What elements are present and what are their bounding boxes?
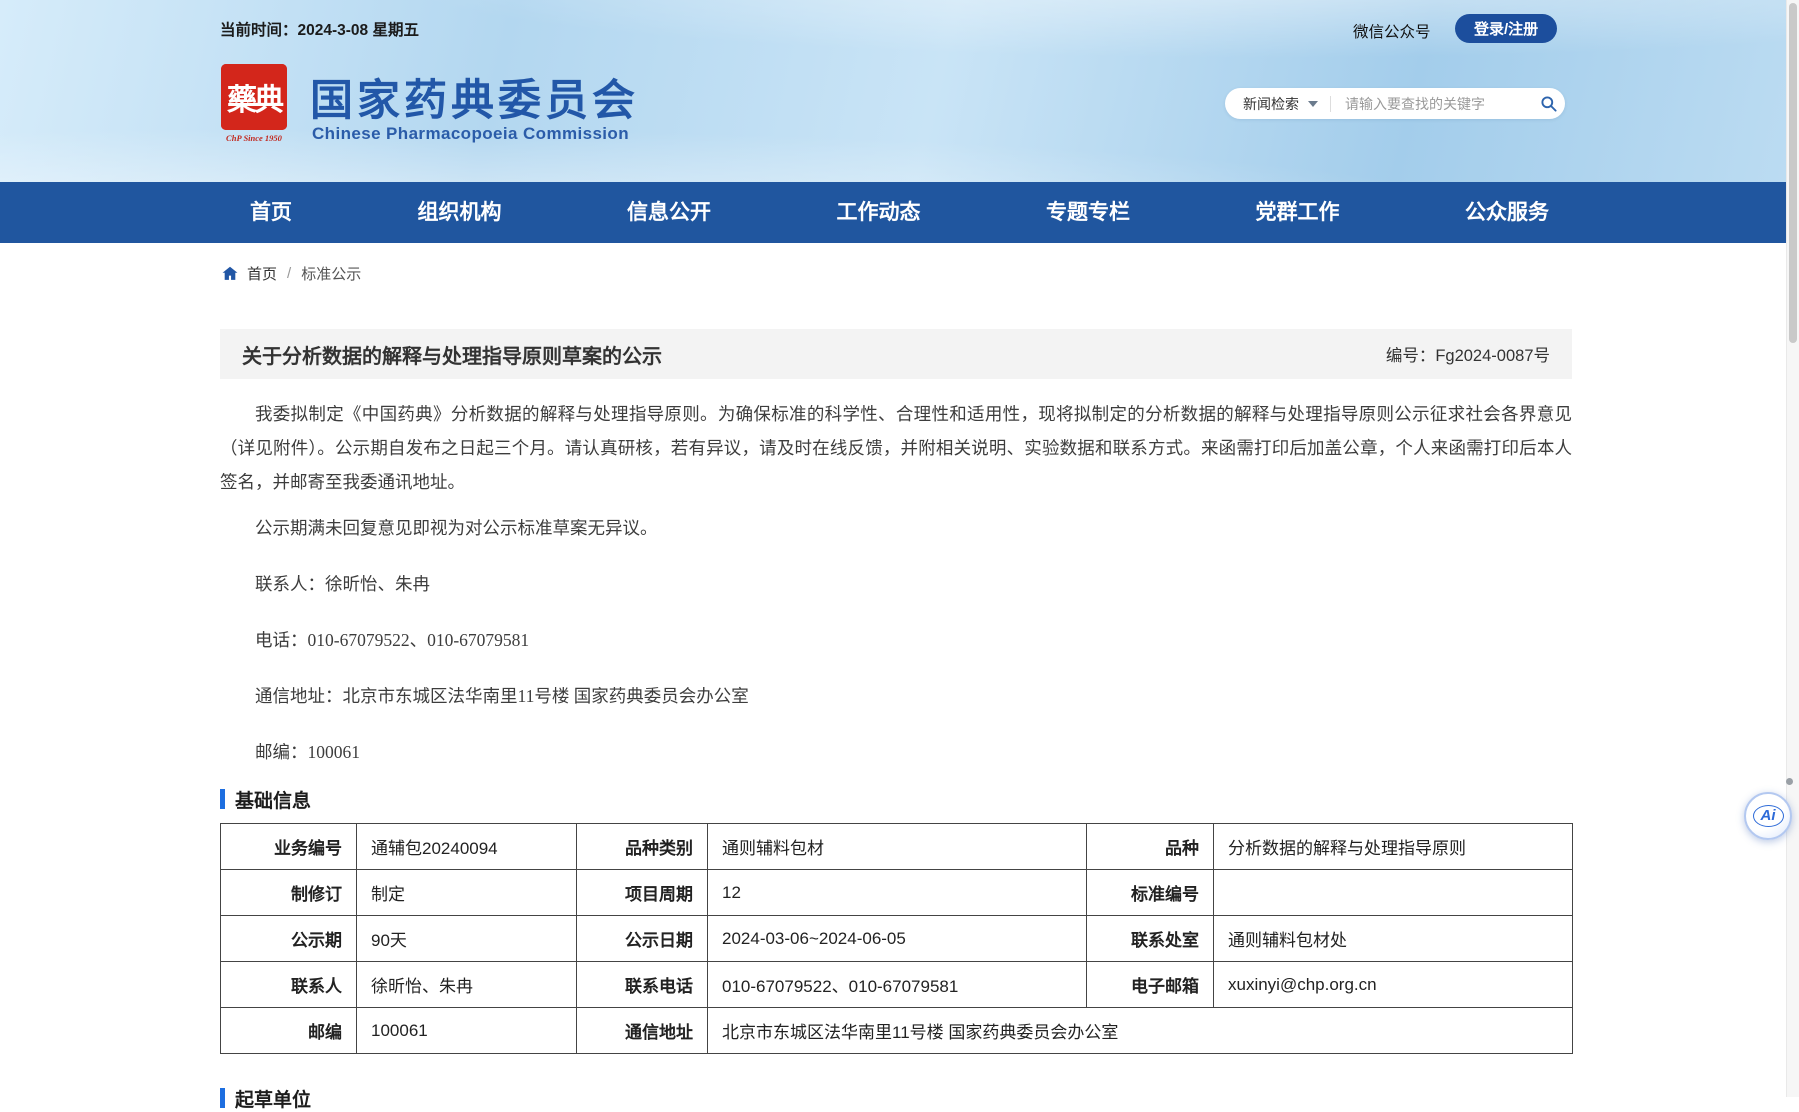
breadcrumb: 首页 / 标准公示	[221, 263, 361, 284]
current-time-label: 当前时间：2024-3-08 星期五	[220, 18, 419, 40]
drafting-unit-title: 起草单位	[235, 1085, 311, 1112]
paragraph-address: 通信地址：北京市东城区法华南里11号楼 国家药典委员会办公室	[220, 679, 1572, 713]
table-label-cell: 品种类别	[577, 824, 708, 870]
table-label-cell: 标准编号	[1087, 870, 1214, 916]
basic-info-title: 基础信息	[235, 786, 311, 813]
table-row: 业务编号 通辅包20240094 品种类别 通则辅料包材 品种 分析数据的解释与…	[221, 824, 1573, 870]
table-label-cell: 项目周期	[577, 870, 708, 916]
paragraph-contact: 联系人：徐昕怡、朱冉	[220, 567, 1572, 601]
table-value-cell: 徐昕怡、朱冉	[357, 962, 577, 1008]
section-accent-bar	[220, 789, 225, 809]
table-row: 公示期 90天 公示日期 2024-03-06~2024-06-05 联系处室 …	[221, 916, 1573, 962]
table-value-cell: xuxinyi@chp.org.cn	[1214, 962, 1573, 1008]
table-label-cell: 电子邮箱	[1087, 962, 1214, 1008]
ai-icon: Ai	[1753, 805, 1784, 827]
table-value-cell: 2024-03-06~2024-06-05	[708, 916, 1087, 962]
paragraph-intro: 我委拟制定《中国药典》分析数据的解释与处理指导原则。为确保标准的科学性、合理性和…	[220, 397, 1572, 499]
nav-item-public[interactable]: 公众服务	[1465, 182, 1549, 243]
ai-widget-dot	[1786, 778, 1793, 785]
nav-item-special[interactable]: 专题专栏	[1046, 182, 1130, 243]
search-category-dropdown[interactable]: 新闻检索	[1243, 94, 1299, 114]
table-value-cell: 010-67079522、010-67079581	[708, 962, 1087, 1008]
seal-caption: ChP Since 1950	[218, 133, 290, 143]
table-label-cell: 业务编号	[221, 824, 357, 870]
table-value-cell: 北京市东城区法华南里11号楼 国家药典委员会办公室	[708, 1008, 1573, 1054]
search-bar[interactable]: 新闻检索	[1225, 88, 1565, 119]
basic-info-section-header: 基础信息	[220, 787, 1572, 811]
table-label-cell: 联系人	[221, 962, 357, 1008]
seal-characters: 藥典	[227, 75, 281, 119]
table-label-cell: 制修订	[221, 870, 357, 916]
table-row: 制修订 制定 项目周期 12 标准编号	[221, 870, 1573, 916]
breadcrumb-separator: /	[287, 265, 291, 282]
wechat-link[interactable]: 微信公众号	[1353, 20, 1431, 42]
table-value-cell: 100061	[357, 1008, 577, 1054]
table-row: 邮编 100061 通信地址 北京市东城区法华南里11号楼 国家药典委员会办公室	[221, 1008, 1573, 1054]
table-label-cell: 邮编	[221, 1008, 357, 1054]
chevron-down-icon[interactable]	[1308, 101, 1318, 107]
nav-item-work[interactable]: 工作动态	[837, 182, 921, 243]
breadcrumb-current[interactable]: 标准公示	[301, 263, 361, 284]
article-content: 关于分析数据的解释与处理指导原则草案的公示 编号：Fg2024-0087号 我委…	[220, 329, 1572, 1110]
section-accent-bar	[220, 1088, 225, 1108]
article-title-bar: 关于分析数据的解释与处理指导原则草案的公示 编号：Fg2024-0087号	[220, 329, 1572, 379]
nav-item-org[interactable]: 组织机构	[418, 182, 502, 243]
breadcrumb-home[interactable]: 首页	[247, 263, 277, 284]
table-value-cell: 通则辅料包材处	[1214, 916, 1573, 962]
site-title-cn: 国家药典委员会	[310, 66, 639, 128]
document-number: 编号：Fg2024-0087号	[1386, 342, 1550, 366]
main-navigation: 首页 组织机构 信息公开 工作动态 专题专栏 党群工作 公众服务	[0, 182, 1799, 243]
table-value-cell: 分析数据的解释与处理指导原则	[1214, 824, 1573, 870]
table-value-cell: 12	[708, 870, 1087, 916]
table-value-cell: 90天	[357, 916, 577, 962]
table-value-cell: 通辅包20240094	[357, 824, 577, 870]
home-icon[interactable]	[221, 265, 239, 282]
table-label-cell: 公示日期	[577, 916, 708, 962]
table-label-cell: 联系电话	[577, 962, 708, 1008]
drafting-unit-section-header: 起草单位	[220, 1086, 1572, 1110]
scrollbar[interactable]	[1786, 0, 1799, 1097]
login-register-button[interactable]: 登录/注册	[1455, 14, 1557, 43]
table-label-cell: 公示期	[221, 916, 357, 962]
nav-item-info[interactable]: 信息公开	[627, 182, 711, 243]
article-title: 关于分析数据的解释与处理指导原则草案的公示	[242, 340, 662, 369]
table-label-cell: 品种	[1087, 824, 1214, 870]
search-button[interactable]	[1531, 88, 1565, 119]
chp-seal-logo: 藥典	[221, 64, 287, 130]
table-value-cell: 制定	[357, 870, 577, 916]
paragraph-phone: 电话：010-67079522、010-67079581	[220, 623, 1572, 657]
paragraph-zipcode: 邮编：100061	[220, 735, 1572, 769]
table-label-cell: 通信地址	[577, 1008, 708, 1054]
basic-info-table: 业务编号 通辅包20240094 品种类别 通则辅料包材 品种 分析数据的解释与…	[220, 823, 1573, 1054]
table-label-cell: 联系处室	[1087, 916, 1214, 962]
table-value-cell	[1214, 870, 1573, 916]
nav-item-party[interactable]: 党群工作	[1256, 182, 1340, 243]
nav-item-home[interactable]: 首页	[250, 182, 292, 243]
paragraph-deadline: 公示期满未回复意见即视为对公示标准草案无异议。	[220, 511, 1572, 545]
search-divider	[1330, 96, 1331, 112]
table-row: 联系人 徐昕怡、朱冉 联系电话 010-67079522、010-6707958…	[221, 962, 1573, 1008]
ai-assistant-button[interactable]: Ai	[1744, 792, 1792, 840]
site-title-en: Chinese Pharmacopoeia Commission	[312, 124, 629, 144]
scrollbar-thumb[interactable]	[1789, 3, 1797, 343]
table-value-cell: 通则辅料包材	[708, 824, 1087, 870]
search-icon	[1539, 94, 1558, 113]
search-input[interactable]	[1343, 95, 1531, 113]
